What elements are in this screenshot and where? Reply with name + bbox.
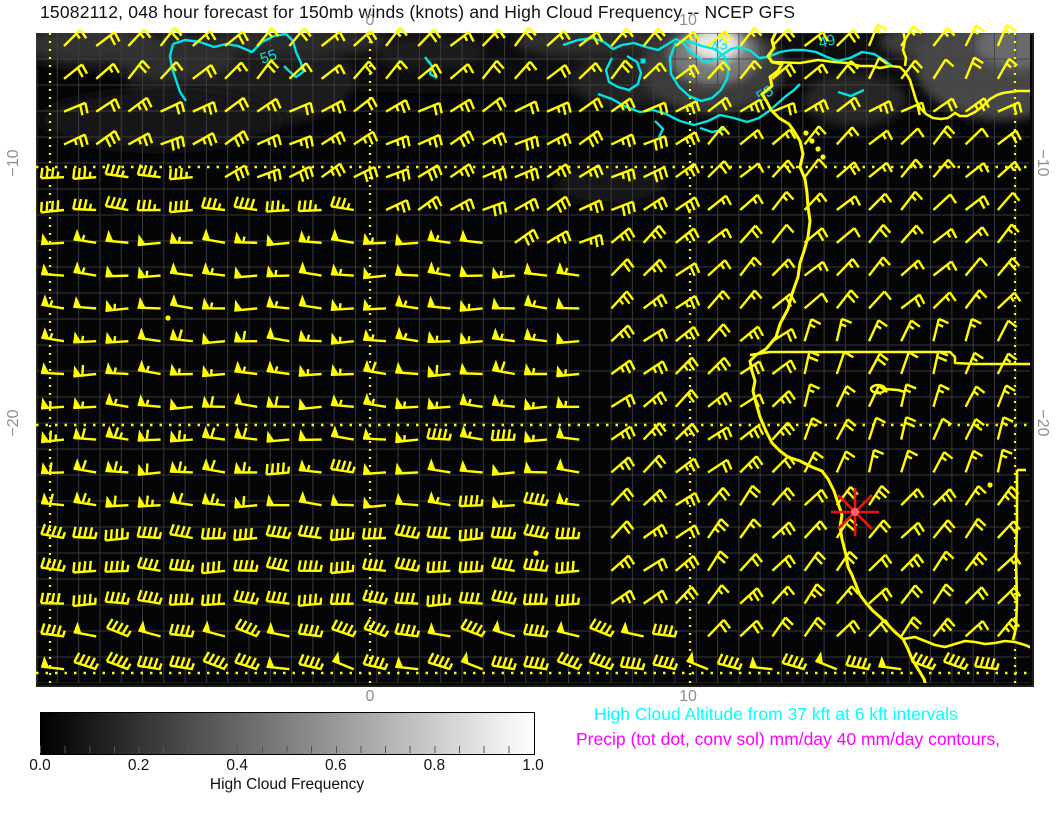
colorbar-tick-label: 0.2: [127, 757, 150, 774]
colorbar-caption: High Cloud Frequency: [209, 776, 365, 793]
colorbar-tick-label: 0.4: [226, 757, 248, 774]
top-axis-tick-label: 0: [365, 12, 375, 29]
right-axis-tick-label: −10: [1034, 149, 1051, 177]
bottom-axis-tick-label: 0: [365, 688, 375, 705]
weather-chart-page: 15082112, 048 hour forecast for 150mb wi…: [0, 0, 1056, 816]
left-axis-tick-label: −10: [5, 149, 22, 177]
colorbar-tick-label: 0.6: [325, 757, 347, 774]
colorbar-minor-ticks: [40, 746, 533, 753]
colorbar-tick-label: 1.0: [522, 757, 544, 774]
right-axis-tick-label: −20: [1034, 409, 1051, 437]
top-axis-tick-label: 10: [679, 12, 697, 29]
left-axis-tick-label: −20: [5, 409, 22, 437]
legend-cloud-altitude: High Cloud Altitude from 37 kft at 6 kft…: [594, 704, 958, 724]
legend-precip: Precip (tot dot, conv sol) mm/day 40 mm/…: [576, 729, 1001, 749]
colorbar-tick-label: 0.0: [29, 757, 51, 774]
colorbar-tick-label: 0.8: [423, 757, 446, 774]
map-panel: [36, 33, 1034, 687]
